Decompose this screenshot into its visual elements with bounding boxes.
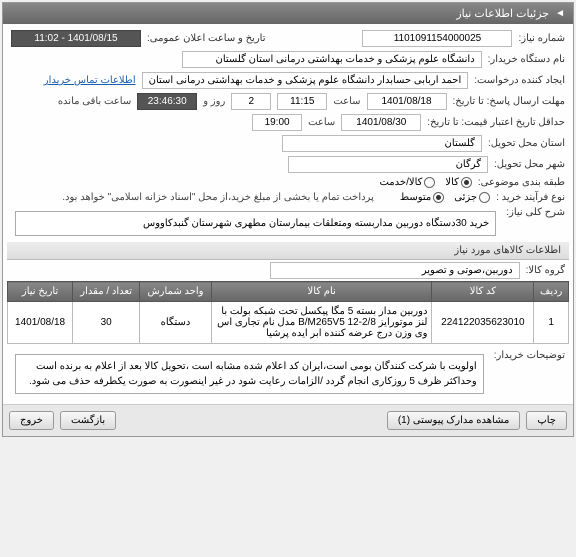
- notes-label: توضیحات خریدار:: [494, 350, 565, 361]
- table-row[interactable]: 1 224122035623010 دوربین مدار بسته 5 مگا…: [8, 302, 569, 344]
- radio-goods[interactable]: [461, 177, 472, 188]
- desc-label: شرح کلی نیاز:: [506, 207, 565, 218]
- contact-link[interactable]: اطلاعات تماس خریدار: [44, 75, 136, 86]
- buyer-value: دانشگاه علوم پزشکی و خدمات بهداشتی درمان…: [182, 51, 482, 68]
- class-radio-group: کالا کالا/خدمت: [379, 177, 471, 188]
- city-value: گرگان: [288, 156, 488, 173]
- need-number-label: شماره نیاز:: [518, 33, 565, 44]
- radio-medium[interactable]: [433, 192, 444, 203]
- cell-code: 224122035623010: [432, 302, 534, 344]
- radio-small[interactable]: [479, 192, 490, 203]
- radio-service[interactable]: [424, 177, 435, 188]
- remaining-suffix: ساعت باقی مانده: [58, 96, 131, 107]
- province-label: استان محل تحویل:: [488, 138, 565, 149]
- exit-button[interactable]: خروج: [9, 411, 54, 430]
- cell-qty: 30: [73, 302, 140, 344]
- button-bar: چاپ مشاهده مدارک پیوستی (1) بازگشت خروج: [3, 404, 573, 436]
- remaining-days: 2: [231, 93, 271, 110]
- validity-label: حداقل تاریخ اعتبار قیمت: تا تاریخ:: [427, 117, 565, 128]
- class-label: طبقه بندی موضوعی:: [478, 177, 565, 188]
- cell-unit: دستگاه: [140, 302, 212, 344]
- validity-time: 19:00: [252, 114, 302, 131]
- time-label-2: ساعت: [308, 117, 335, 128]
- buyer-label: نام دستگاه خریدار:: [488, 54, 565, 65]
- province-value: گلستان: [282, 135, 482, 152]
- city-label: شهر محل تحویل:: [494, 159, 565, 170]
- radio-small-label: جزئی: [454, 192, 477, 203]
- group-label: گروه کالا:: [526, 265, 565, 276]
- back-button[interactable]: بازگشت: [60, 411, 116, 430]
- process-radio-group: جزئی متوسط: [400, 192, 490, 203]
- group-value: دوربین،صوتی و تصویر: [270, 262, 520, 279]
- remaining-time: 23:46:30: [137, 93, 197, 110]
- time-label-1: ساعت: [333, 96, 360, 107]
- panel-header: ◄ جزئیات اطلاعات نیاز: [3, 3, 573, 24]
- collapse-icon[interactable]: ◄: [555, 8, 565, 19]
- desc-text: خرید 30دستگاه دوربین مداربسته ومتعلقات ب…: [15, 211, 496, 236]
- radio-medium-label: متوسط: [400, 192, 431, 203]
- cell-name: دوربین مدار بسته 5 مگا پیکسل تحت شبکه بو…: [211, 302, 432, 344]
- print-button[interactable]: چاپ: [526, 411, 567, 430]
- table-header-row: ردیف کد کالا نام کالا واحد شمارش تعداد /…: [8, 282, 569, 302]
- deadline-time: 11:15: [277, 93, 327, 110]
- notes-text: اولویت با شرکت کنندگان بومی است،ایران کد…: [15, 354, 484, 394]
- attachments-button[interactable]: مشاهده مدارک پیوستی (1): [387, 411, 521, 430]
- radio-service-label: کالا/خدمت: [379, 177, 422, 188]
- panel-title: جزئیات اطلاعات نیاز: [456, 7, 549, 20]
- process-note: پرداخت تمام یا بخشی از مبلغ خرید،از محل …: [62, 192, 374, 203]
- cell-date: 1401/08/18: [8, 302, 73, 344]
- goods-table: ردیف کد کالا نام کالا واحد شمارش تعداد /…: [7, 281, 569, 344]
- process-label: نوع فرآیند خرید :: [496, 192, 565, 203]
- cell-row: 1: [534, 302, 569, 344]
- col-name: نام کالا: [211, 282, 432, 302]
- radio-goods-label: کالا: [445, 177, 459, 188]
- col-unit: واحد شمارش: [140, 282, 212, 302]
- validity-date: 1401/08/30: [341, 114, 421, 131]
- goods-header: اطلاعات کالاهای مورد نیاز: [7, 242, 569, 260]
- col-qty: تعداد / مقدار: [73, 282, 140, 302]
- deadline-date: 1401/08/18: [367, 93, 447, 110]
- col-row: ردیف: [534, 282, 569, 302]
- requester-label: ایجاد کننده درخواست:: [474, 75, 565, 86]
- announce-value: 1401/08/15 - 11:02: [11, 30, 141, 47]
- deadline-label: مهلت ارسال پاسخ: تا تاریخ:: [453, 96, 565, 107]
- col-date: تاریخ نیاز: [8, 282, 73, 302]
- requester-value: احمد اربابی حسابدار دانشگاه علوم پزشکی و…: [142, 72, 469, 89]
- col-code: کد کالا: [432, 282, 534, 302]
- need-number-value: 1101091154000025: [362, 30, 512, 47]
- announce-label: تاریخ و ساعت اعلان عمومی:: [147, 33, 266, 44]
- day-label: روز و: [203, 96, 225, 107]
